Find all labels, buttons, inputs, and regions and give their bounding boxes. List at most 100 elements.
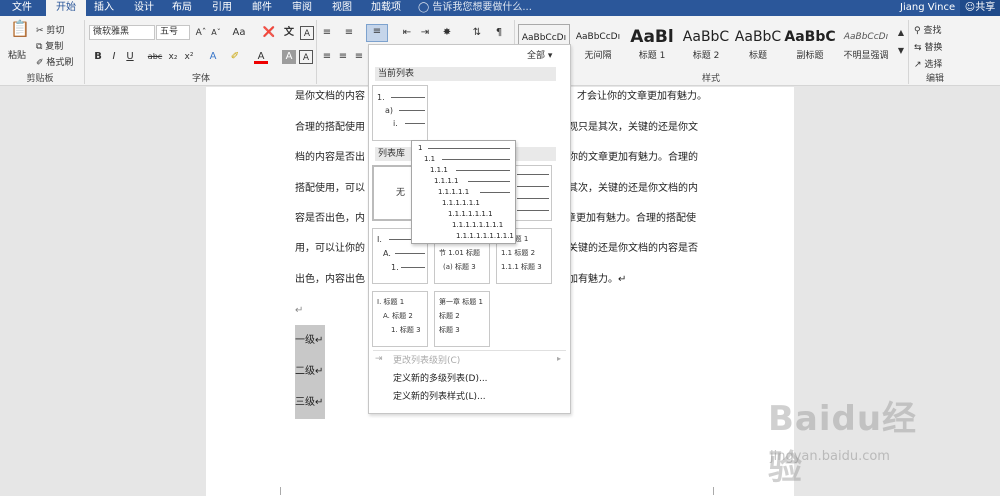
tell-me-text: 告诉我您想要做什么... <box>432 2 532 13</box>
align-left-icon[interactable]: ≡ <box>320 50 334 64</box>
tab-references[interactable]: 引用 <box>206 0 238 16</box>
style-item-title[interactable]: AaBbC 标题 <box>732 24 784 70</box>
preview-level: 1.1.1.1.1.1 <box>442 199 480 207</box>
doc-line: 出色，内容出色 <box>295 274 365 285</box>
doc-line: 你的文章更加有魅力。合理的 <box>568 152 698 163</box>
show-marks-icon[interactable]: ¶ <box>492 26 506 40</box>
tab-design[interactable]: 设计 <box>128 0 160 16</box>
font-size-select[interactable]: 五号 <box>156 25 190 40</box>
cut-button[interactable]: ✂ 剪切 <box>36 23 64 36</box>
superscript-button[interactable]: x² <box>182 50 196 64</box>
paste-icon[interactable]: 📋 <box>10 21 30 44</box>
select-label: 选择 <box>924 60 943 70</box>
current-list-tile[interactable]: 1. a) i. <box>372 85 428 141</box>
tab-insert[interactable]: 插入 <box>88 0 120 16</box>
change-list-level-item[interactable]: 更改列表级别(C) <box>393 354 460 368</box>
level-three-text[interactable]: 三级↵ <box>295 391 325 415</box>
subscript-button[interactable]: x₂ <box>166 50 180 64</box>
filter-select[interactable]: 全部 ▾ <box>527 48 552 61</box>
list-line <box>391 97 425 98</box>
strikethrough-button[interactable]: abc <box>146 50 164 64</box>
tab-layout[interactable]: 布局 <box>166 0 198 16</box>
numbering-icon[interactable]: ≡ <box>342 26 356 40</box>
style-name: 标题 <box>748 51 767 61</box>
paste-label[interactable]: 粘贴 <box>8 48 26 61</box>
highlight-icon[interactable]: ✐ <box>228 50 242 64</box>
multilevel-list-button[interactable]: ≡ <box>366 24 388 42</box>
list-line <box>517 210 549 211</box>
level-label: (a) 标题 3 <box>443 263 476 271</box>
font-group-label: 字体 <box>191 74 210 84</box>
char-shading-button[interactable]: A <box>282 50 296 64</box>
style-item-no-spacing[interactable]: AaBbCcDı 无间隔 <box>572 24 624 70</box>
baidu-logo: Baidu经验 <box>768 399 918 488</box>
font-name-select[interactable]: 微软雅黑 <box>89 25 155 40</box>
divider <box>373 350 566 351</box>
style-item-subtitle[interactable]: AaBbC 副标题 <box>784 24 836 70</box>
level-one-text[interactable]: 一级↵ <box>295 329 325 353</box>
replace-button[interactable]: ⇆ 替换 <box>914 40 942 53</box>
styles-scroll-up-icon[interactable]: ▲ <box>894 26 908 40</box>
tab-mailings[interactable]: 邮件 <box>246 0 278 16</box>
define-new-list-item[interactable]: 定义新的多级列表(D)... <box>393 372 488 386</box>
list-preview-popup: 1 1.1 1.1.1 1.1.1.1 1.1.1.1.1 1.1.1.1.1.… <box>411 140 516 244</box>
align-right-icon[interactable]: ≡ <box>352 50 366 64</box>
asian-layout-icon[interactable]: ✸ <box>440 26 454 40</box>
styles-scroll-down-icon[interactable]: ▼ <box>894 44 908 58</box>
enclose-char-icon[interactable]: A <box>300 26 314 40</box>
style-item-heading1[interactable]: AaBl 标题 1 <box>626 24 678 70</box>
share-button[interactable]: ☺共享 <box>960 0 1000 16</box>
tab-review[interactable]: 审阅 <box>286 0 318 16</box>
text-effect-icon[interactable]: A <box>206 50 220 64</box>
list-tile-chapter[interactable]: 第一章 标题 1 标题 2 标题 3 <box>434 291 490 347</box>
find-label: 查找 <box>923 26 942 36</box>
page-corner-mark <box>280 487 288 495</box>
person-icon: ☺ <box>964 2 976 13</box>
increase-indent-icon[interactable]: ⇥ <box>418 26 432 40</box>
char-border-icon[interactable]: A <box>299 50 313 64</box>
style-item-subtle-emphasis[interactable]: AaBbCcDı 不明显强调 <box>838 24 894 70</box>
clear-format-icon[interactable]: ❌ <box>262 26 276 40</box>
list-line <box>395 253 425 254</box>
copy-button[interactable]: ⧉ 复制 <box>36 39 63 52</box>
format-painter-label: 格式刷 <box>46 58 74 68</box>
define-new-list-label: 定义新的多级列表(D)... <box>393 374 488 384</box>
format-painter-button[interactable]: ✐ 格式刷 <box>36 55 73 68</box>
tab-view[interactable]: 视图 <box>326 0 358 16</box>
select-button[interactable]: ↗ 选择 <box>914 57 942 70</box>
shrink-font-icon[interactable]: Aˇ <box>209 26 223 40</box>
tab-home[interactable]: 开始 <box>46 0 86 16</box>
cut-label: 剪切 <box>46 26 65 36</box>
phonetic-guide-icon[interactable]: 文 <box>280 26 298 40</box>
style-name: 副标题 <box>796 51 824 61</box>
preview-line <box>468 181 510 182</box>
decrease-indent-icon[interactable]: ⇤ <box>400 26 414 40</box>
underline-button[interactable]: U <box>123 50 137 64</box>
tab-addins[interactable]: 加载项 <box>366 0 406 16</box>
change-case-button[interactable]: Aa <box>230 26 248 40</box>
font-color-button[interactable]: A <box>254 50 268 64</box>
bold-button[interactable]: B <box>91 50 105 64</box>
level-label: 节 1.01 标题 <box>439 249 481 257</box>
user-name[interactable]: Jiang Vince <box>900 0 955 16</box>
doc-line: 档的内容是否出 <box>295 152 365 163</box>
bullets-icon[interactable]: ≡ <box>320 26 334 40</box>
level-label: 1. <box>377 93 385 102</box>
tab-file[interactable]: 文件 <box>0 0 44 16</box>
list-line <box>517 186 549 187</box>
list-tile-roman-headings[interactable]: I. 标题 1 A. 标题 2 1. 标题 3 <box>372 291 428 347</box>
preview-level: 1.1.1.1.1.1.1.1.1 <box>456 232 514 240</box>
level-two-text[interactable]: 二级↵ <box>295 360 325 384</box>
grow-font-icon[interactable]: Aˆ <box>194 26 208 40</box>
brush-icon: ✐ <box>36 58 47 68</box>
sort-icon[interactable]: ⇅ <box>470 26 484 40</box>
define-new-style-item[interactable]: 定义新的列表样式(L)... <box>393 390 486 404</box>
align-center-icon[interactable]: ≡ <box>336 50 350 64</box>
style-name: 标题 2 <box>692 51 720 61</box>
filter-label: 全部 <box>527 51 546 61</box>
style-item-heading2[interactable]: AaBbC 标题 2 <box>680 24 732 70</box>
tell-me-box[interactable]: ◯ 告诉我您想要做什么... <box>418 0 532 16</box>
doc-line: 是你文档的内容 <box>295 91 365 102</box>
italic-button[interactable]: I <box>107 50 121 64</box>
find-button[interactable]: ⚲ 查找 <box>914 23 941 36</box>
